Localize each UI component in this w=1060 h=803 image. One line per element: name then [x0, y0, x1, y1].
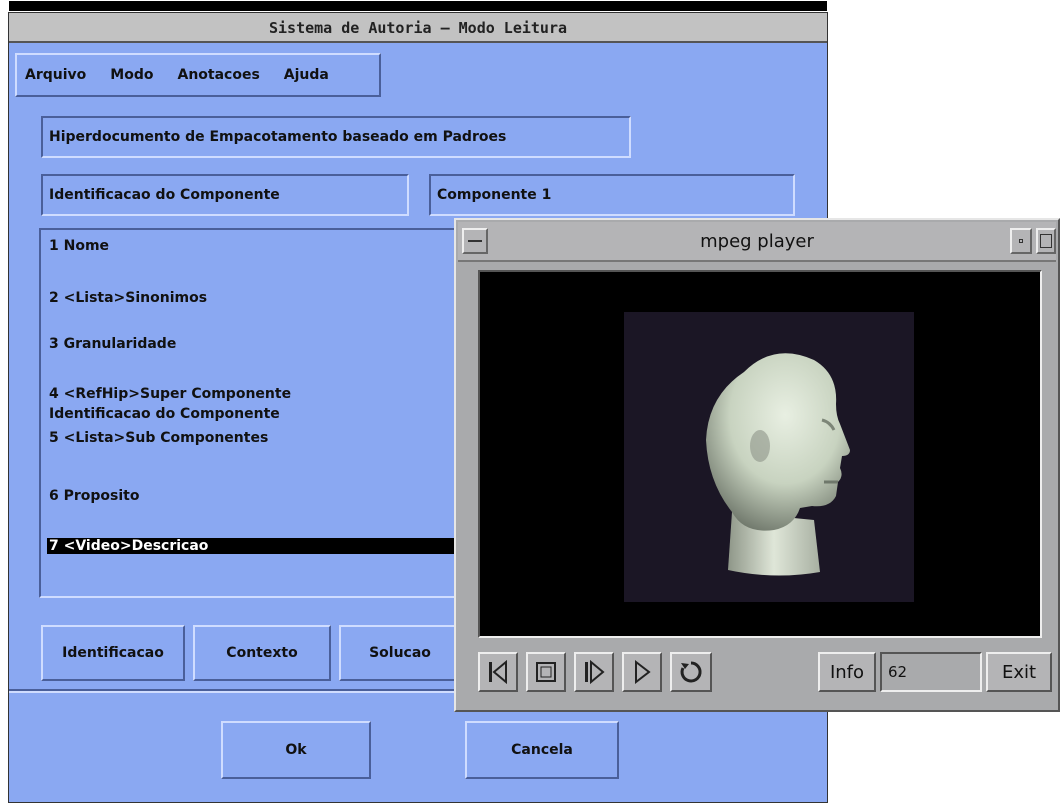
frame-counter-field[interactable]: 62 [880, 652, 982, 692]
list-item[interactable]: 5 <Lista>Sub Componentes [49, 430, 268, 446]
component-label-field[interactable]: Identificacao do Componente [41, 174, 409, 216]
list-item[interactable]: 3 Granularidade [49, 336, 176, 352]
step-forward-icon [585, 660, 605, 684]
list-item-selected[interactable]: 7 <Video>Descricao [47, 538, 467, 554]
maximize-icon[interactable] [1036, 228, 1056, 254]
cancel-button[interactable]: Cancela [465, 721, 619, 779]
video-frame [624, 312, 914, 602]
component-value-field[interactable]: Componente 1 [429, 174, 795, 216]
list-item[interactable]: Identificacao do Componente [49, 406, 280, 422]
minimize-icon[interactable] [1010, 228, 1032, 254]
list-item[interactable]: 1 Nome [49, 238, 109, 254]
identificacao-button[interactable]: Identificacao [41, 625, 185, 681]
info-button[interactable]: Info [818, 652, 876, 692]
mpeg-player-window: mpeg player Info 62 Exit [454, 218, 1060, 712]
loop-icon [680, 661, 702, 683]
play-icon [635, 660, 651, 684]
menu-modo[interactable]: Modo [110, 67, 153, 83]
document-title-field[interactable]: Hiperdocumento de Empacotamento baseado … [41, 116, 631, 158]
menu-anotacoes[interactable]: Anotacoes [177, 67, 259, 83]
rewind-button[interactable] [478, 652, 518, 692]
menu-bar: Arquivo Modo Anotacoes Ajuda [15, 53, 381, 97]
solucao-button[interactable]: Solucao [339, 625, 461, 681]
play-button[interactable] [622, 652, 662, 692]
mpeg-window-title: mpeg player [700, 231, 814, 252]
stop-button[interactable] [526, 652, 566, 692]
rewind-icon [489, 660, 507, 684]
list-item[interactable]: 2 <Lista>Sinonimos [49, 290, 207, 306]
list-item[interactable]: 6 Proposito [49, 488, 139, 504]
menu-arquivo[interactable]: Arquivo [25, 67, 86, 83]
ok-button[interactable]: Ok [221, 721, 371, 779]
video-display [478, 270, 1042, 638]
list-item[interactable]: 4 <RefHip>Super Componente [49, 386, 291, 402]
stop-icon [536, 662, 556, 682]
menu-ajuda[interactable]: Ajuda [284, 67, 329, 83]
attribute-list[interactable]: 1 Nome 2 <Lista>Sinonimos 3 Granularidad… [39, 228, 509, 598]
mpeg-titlebar[interactable]: mpeg player [458, 222, 1056, 262]
loop-button[interactable] [670, 652, 712, 692]
window-title: Sistema de Autoria – Modo Leitura [9, 1, 827, 43]
step-forward-button[interactable] [574, 652, 614, 692]
window-menu-icon[interactable] [462, 228, 488, 254]
contexto-button[interactable]: Contexto [193, 625, 331, 681]
head-video-image [706, 353, 850, 576]
exit-button[interactable]: Exit [986, 652, 1052, 692]
